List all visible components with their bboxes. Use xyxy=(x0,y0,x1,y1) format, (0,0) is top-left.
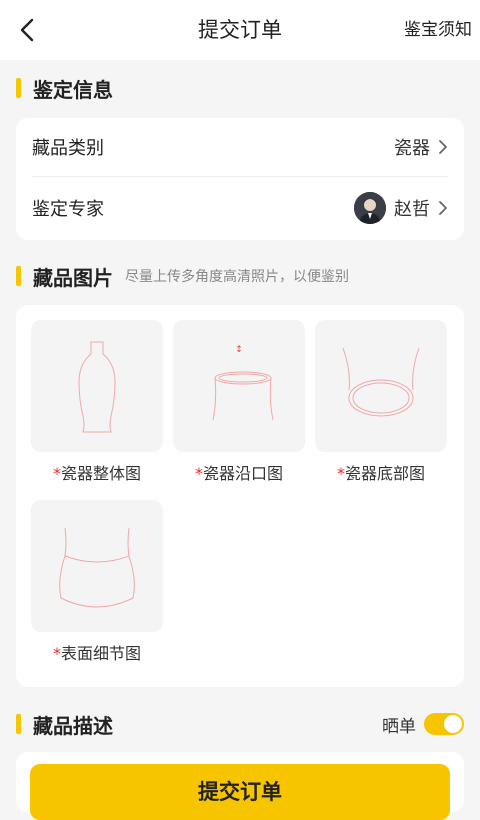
required-mark: * xyxy=(52,644,61,663)
vase-rim-icon: ↕ xyxy=(212,345,274,421)
share-toggle[interactable] xyxy=(424,713,464,735)
row-divider xyxy=(32,176,448,177)
upload-box[interactable] xyxy=(315,320,447,452)
appraisal-notice-link[interactable]: 鉴宝须知 xyxy=(404,0,472,60)
svg-text:↕: ↕ xyxy=(235,345,243,355)
section-hint: 尽量上传多角度高清照片，以便鉴别 xyxy=(125,269,349,285)
person-icon xyxy=(354,192,386,224)
photo-label-text: 瓷器整体图 xyxy=(60,464,141,483)
upload-box[interactable] xyxy=(31,320,163,452)
top-nav-bar: 提交订单 鉴宝须知 xyxy=(0,0,480,60)
expert-label: 鉴定专家 xyxy=(32,199,104,220)
photo-label-text: 表面细节图 xyxy=(60,644,141,663)
category-label: 藏品类别 xyxy=(32,138,104,159)
expert-avatar xyxy=(354,192,386,224)
photo-label: *瓷器沿口图 xyxy=(173,460,305,484)
photo-slot-bottom[interactable]: *瓷器底部图 xyxy=(315,320,447,484)
photo-slot-overall[interactable]: *瓷器整体图 xyxy=(31,320,163,484)
appraisal-info-heading: 鉴定信息 xyxy=(16,76,113,102)
chevron-right-icon xyxy=(439,140,447,154)
toggle-knob xyxy=(444,715,462,733)
photo-label: *瓷器底部图 xyxy=(315,460,447,484)
category-value-wrap: 瓷器 xyxy=(394,134,448,160)
upload-box[interactable] xyxy=(31,500,163,632)
section-accent-bar xyxy=(16,714,21,734)
description-heading: 藏品描述 xyxy=(16,712,113,738)
expert-name: 赵哲 xyxy=(394,199,430,220)
chevron-right-icon xyxy=(439,201,447,215)
required-mark: * xyxy=(336,464,345,483)
photo-label-text: 瓷器沿口图 xyxy=(202,464,283,483)
category-row[interactable]: 藏品类别 瓷器 xyxy=(32,118,448,176)
upload-box[interactable]: ↕ xyxy=(173,320,305,452)
appraisal-info-card: 藏品类别 瓷器 鉴定专家 赵哲 xyxy=(16,118,464,240)
photo-slot-surface[interactable]: *表面细节图 xyxy=(31,500,163,664)
required-mark: * xyxy=(194,464,203,483)
submit-order-button[interactable]: 提交订单 xyxy=(30,764,450,820)
share-toggle-wrap: 晒单 xyxy=(382,712,464,737)
section-title: 藏品图片 xyxy=(33,265,113,290)
category-value: 瓷器 xyxy=(394,138,430,159)
vase-outline-icon xyxy=(78,341,116,433)
share-label: 晒单 xyxy=(382,716,416,737)
photo-slot-rim[interactable]: ↕ *瓷器沿口图 xyxy=(173,320,305,484)
photo-label: *表面细节图 xyxy=(31,640,163,664)
vase-surface-icon xyxy=(59,527,135,608)
photo-label: *瓷器整体图 xyxy=(31,460,163,484)
expert-value-wrap: 赵哲 xyxy=(354,192,448,224)
expert-row[interactable]: 鉴定专家 赵哲 xyxy=(32,179,448,237)
photo-label-text: 瓷器底部图 xyxy=(344,464,425,483)
required-mark: * xyxy=(52,464,61,483)
photos-heading: 藏品图片 尽量上传多角度高清照片，以便鉴别 xyxy=(16,264,349,290)
section-accent-bar xyxy=(16,266,21,286)
section-title: 鉴定信息 xyxy=(33,77,113,102)
section-title: 藏品描述 xyxy=(33,713,113,738)
photos-card: *瓷器整体图 ↕ *瓷器沿口图 *瓷器底部图 *表面细节图 xyxy=(16,305,464,687)
section-accent-bar xyxy=(16,78,21,98)
vase-bottom-icon xyxy=(342,347,420,417)
